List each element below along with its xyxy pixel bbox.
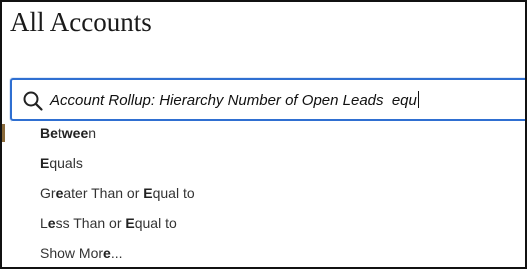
option-greater-than-or-equal-to[interactable]: Greater Than or Equal to — [40, 185, 195, 201]
text-caret — [417, 91, 419, 108]
option-show-more[interactable]: Show More... — [40, 245, 123, 261]
search-input[interactable]: Account Rollup: Hierarchy Number of Open… — [50, 91, 419, 109]
edge-fragment — [2, 124, 5, 142]
operator-suggestion-list: Between Equals Greater Than or Equal to … — [12, 121, 525, 267]
search-field[interactable]: Account Rollup: Hierarchy Number of Open… — [10, 78, 525, 121]
window-frame: All Accounts Account Rollup: Hierarchy N… — [0, 0, 527, 269]
option-equals[interactable]: Equals — [40, 155, 83, 171]
option-less-than-or-equal-to[interactable]: Less Than or Equal to — [40, 215, 177, 231]
page-title: All Accounts — [10, 7, 152, 37]
option-between[interactable]: Between — [40, 125, 96, 141]
search-icon — [23, 91, 43, 111]
